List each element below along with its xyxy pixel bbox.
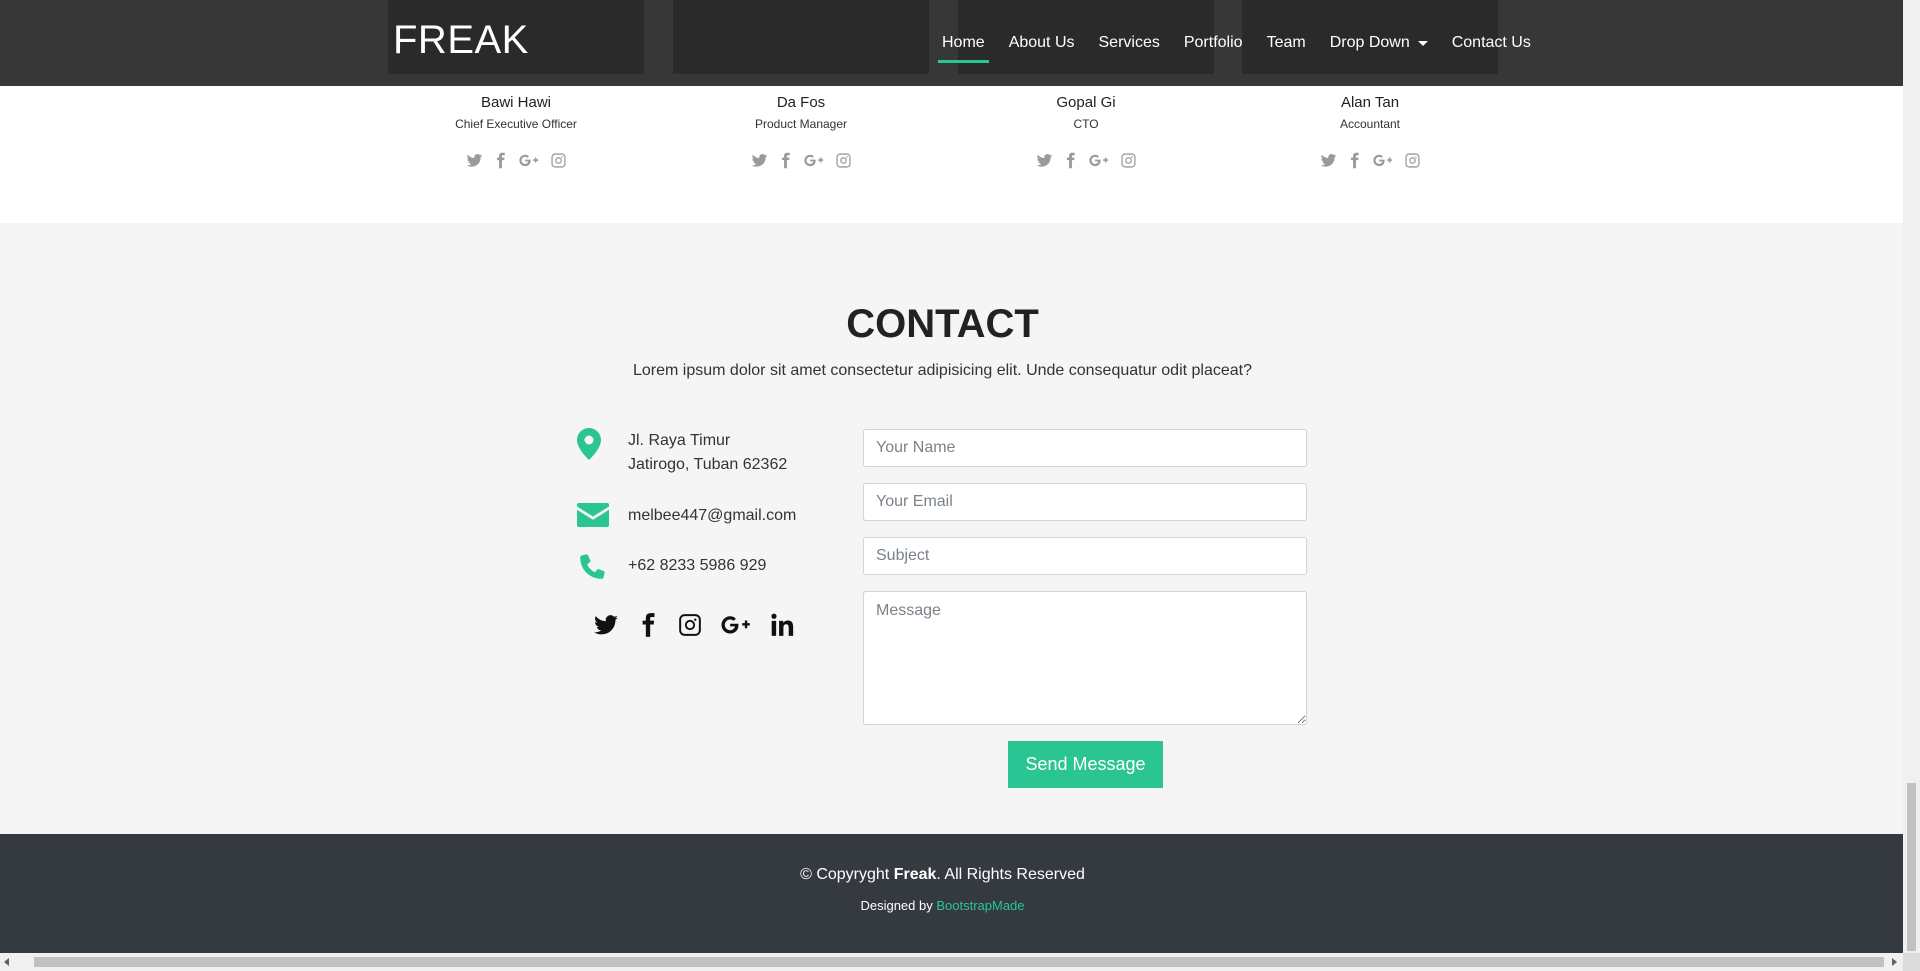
nav-item-portfolio[interactable]: Portfolio	[1172, 0, 1255, 86]
brand-logo[interactable]: FREAK	[393, 18, 529, 63]
member-socials	[958, 150, 1214, 170]
member-name: Da Fos	[776, 94, 826, 111]
google-plus-icon[interactable]	[711, 610, 761, 640]
instagram-icon[interactable]	[1118, 150, 1138, 170]
scrollbar-corner	[1903, 953, 1920, 971]
nav-item-home[interactable]: Home	[930, 0, 997, 86]
copyright-prefix: © Copyryght	[800, 866, 890, 883]
address-line: Jatirogo, Tuban 62362	[628, 456, 788, 473]
navbar: FREAK Home About Us Services Portfolio T…	[0, 0, 1903, 86]
name-input[interactable]	[863, 429, 1307, 467]
google-plus-icon[interactable]	[801, 150, 827, 170]
instagram-icon[interactable]	[833, 150, 853, 170]
member-socials	[388, 150, 644, 170]
scroll-left-icon[interactable]	[4, 958, 9, 966]
main-nav: Home About Us Services Portfolio Team Dr…	[930, 0, 1543, 86]
facebook-icon[interactable]	[490, 150, 510, 170]
member-name: Bawi Hawi	[480, 94, 552, 111]
address-line: Jl. Raya Timur	[628, 432, 731, 449]
nav-label: Team	[1266, 34, 1306, 51]
nav-label: Drop Down	[1329, 34, 1410, 51]
horizontal-scrollbar[interactable]	[0, 953, 1903, 971]
nav-item-services[interactable]: Services	[1087, 0, 1172, 86]
map-marker-icon	[573, 428, 605, 460]
credits-prefix: Designed by	[860, 898, 933, 913]
page: Bawi Hawi Chief Executive Officer Da Fos…	[0, 0, 1903, 953]
nav-item-about-us[interactable]: About Us	[997, 0, 1087, 86]
nav-item-drop-down[interactable]: Drop Down	[1318, 0, 1440, 86]
message-textarea[interactable]	[863, 591, 1307, 725]
member-role: CTO	[1073, 117, 1099, 131]
facebook-icon[interactable]	[627, 610, 669, 640]
email-input[interactable]	[863, 483, 1307, 521]
twitter-icon[interactable]	[464, 150, 484, 170]
scroll-right-icon[interactable]	[1892, 958, 1897, 966]
copyright-brand: Freak	[893, 866, 937, 883]
contact-title: CONTACT	[846, 302, 1039, 346]
nav-label: Home	[942, 34, 985, 51]
footer: © Copyryght Freak. All Rights Reserved D…	[0, 834, 1903, 953]
nav-label: Portfolio	[1183, 34, 1243, 51]
send-message-button[interactable]: Send Message	[1008, 741, 1163, 788]
email[interactable]: melbee447@gmail.com	[628, 504, 796, 528]
contact-description: Lorem ipsum dolor sit amet consectetur a…	[633, 362, 1252, 379]
vertical-scrollbar[interactable]	[1903, 0, 1920, 953]
member-socials	[1242, 150, 1498, 170]
member-name: Alan Tan	[1340, 94, 1400, 111]
phone-icon	[577, 550, 609, 582]
vertical-scroll-thumb[interactable]	[1907, 783, 1916, 951]
subject-input[interactable]	[863, 537, 1307, 575]
facebook-icon[interactable]	[1060, 150, 1080, 170]
phone-number[interactable]: +62 8233 5986 929	[628, 554, 766, 578]
copyright-suffix: . All Rights Reserved	[936, 866, 1085, 883]
instagram-icon[interactable]	[669, 610, 711, 640]
instagram-icon[interactable]	[548, 150, 568, 170]
member-role: Accountant	[1339, 117, 1401, 131]
caret-down-icon	[1417, 40, 1428, 46]
google-plus-icon[interactable]	[1370, 150, 1396, 170]
linkedin-icon[interactable]	[761, 610, 803, 640]
member-name: Gopal Gi	[1056, 94, 1116, 111]
nav-label: About Us	[1008, 34, 1075, 51]
envelope-icon	[577, 502, 609, 528]
twitter-icon[interactable]	[1318, 150, 1338, 170]
twitter-icon[interactable]	[585, 610, 627, 640]
twitter-icon[interactable]	[1034, 150, 1054, 170]
contact-socials	[585, 610, 803, 640]
google-plus-icon[interactable]	[516, 150, 542, 170]
copyright: © Copyryght Freak. All Rights Reserved	[0, 866, 1885, 884]
member-role: Product Manager	[754, 117, 848, 131]
nav-label: Contact Us	[1451, 34, 1531, 51]
address: Jl. Raya Timur Jatirogo, Tuban 62362	[628, 429, 787, 477]
bootstrapmade-link[interactable]: BootstrapMade	[936, 898, 1024, 913]
facebook-icon[interactable]	[1344, 150, 1364, 170]
nav-item-team[interactable]: Team	[1255, 0, 1318, 86]
member-socials	[673, 150, 929, 170]
facebook-icon[interactable]	[775, 150, 795, 170]
twitter-icon[interactable]	[749, 150, 769, 170]
member-role: Chief Executive Officer	[455, 117, 577, 131]
nav-label: Services	[1098, 34, 1160, 51]
nav-item-contact-us[interactable]: Contact Us	[1440, 0, 1543, 86]
credits: Designed by BootstrapMade	[0, 898, 1885, 913]
google-plus-icon[interactable]	[1086, 150, 1112, 170]
instagram-icon[interactable]	[1402, 150, 1422, 170]
horizontal-scroll-thumb[interactable]	[34, 957, 1884, 967]
